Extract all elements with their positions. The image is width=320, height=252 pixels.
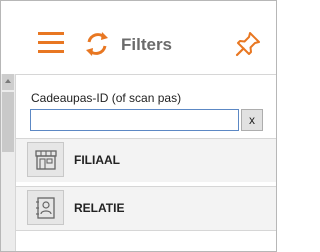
filter-item-label: FILIAAL bbox=[74, 153, 120, 167]
filter-item-label: RELATIE bbox=[74, 201, 125, 215]
panel-header: Filters bbox=[16, 1, 276, 75]
refresh-icon[interactable] bbox=[83, 30, 111, 58]
filters-window: Filters Cadeaupas-ID (of scan pas) x FIL… bbox=[0, 0, 277, 252]
empty-area bbox=[16, 230, 276, 251]
left-scrollbar[interactable] bbox=[1, 74, 16, 251]
cadeaupas-id-label: Cadeaupas-ID (of scan pas) bbox=[31, 91, 182, 105]
pin-icon[interactable] bbox=[234, 30, 262, 58]
clear-button[interactable]: x bbox=[241, 109, 263, 131]
filters-panel: Filters Cadeaupas-ID (of scan pas) x FIL… bbox=[16, 1, 276, 251]
scrollbar-thumb[interactable] bbox=[2, 92, 14, 152]
store-icon bbox=[27, 142, 64, 177]
hamburger-menu-icon[interactable] bbox=[38, 32, 64, 54]
filter-item-filiaal[interactable]: FILIAAL bbox=[16, 138, 276, 182]
scroll-up-button[interactable] bbox=[2, 74, 14, 90]
panel-title: Filters bbox=[121, 35, 173, 54]
cadeaupas-id-input[interactable] bbox=[30, 109, 239, 131]
filter-item-relatie[interactable]: RELATIE bbox=[16, 186, 276, 230]
contact-card-icon bbox=[27, 190, 64, 225]
